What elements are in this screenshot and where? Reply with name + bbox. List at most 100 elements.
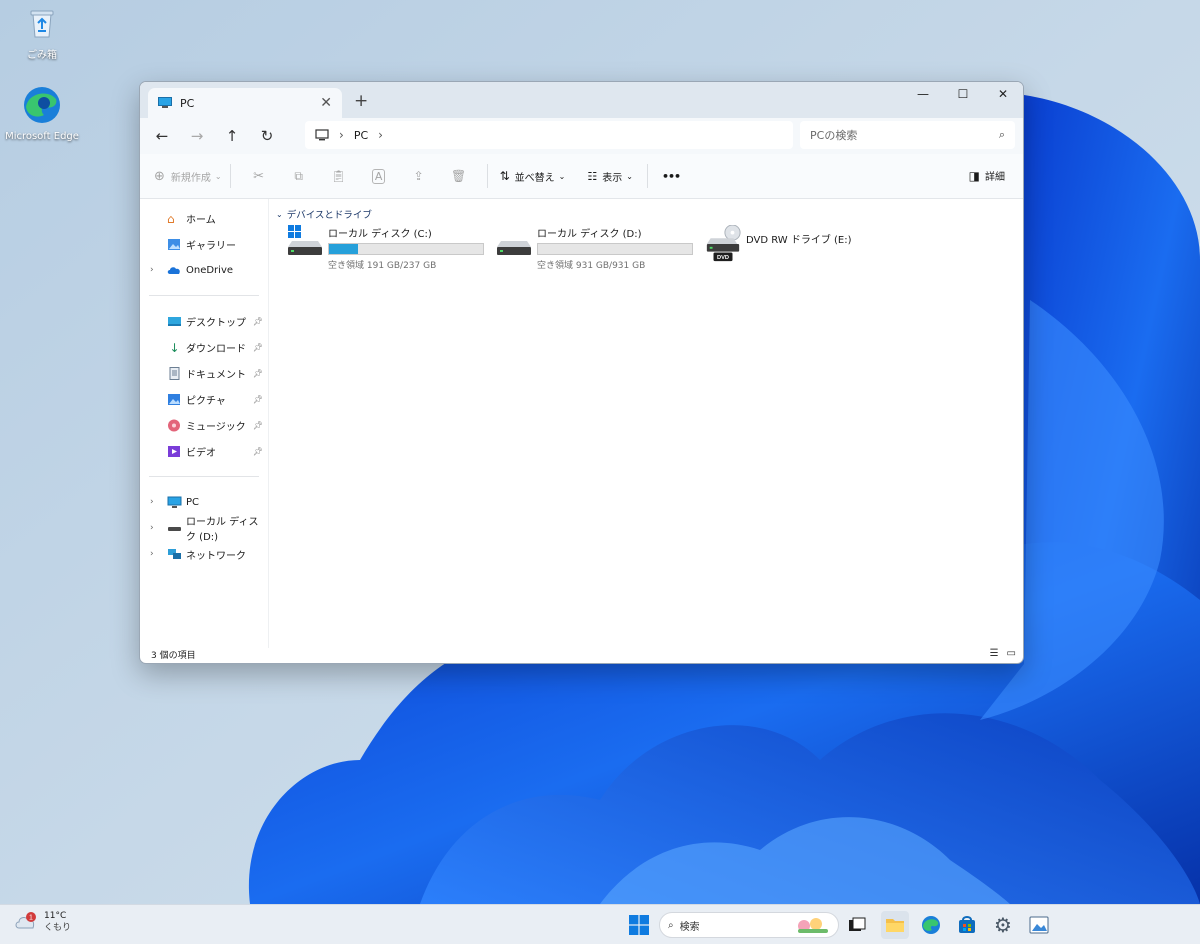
search-icon: ⌕ [998, 128, 1005, 141]
pin-icon[interactable]: 📌︎ [253, 343, 263, 352]
rename-icon: A [371, 168, 386, 184]
taskbar-search[interactable]: ⌕ 検索 [659, 912, 839, 938]
view-button[interactable]: ☷ 表示 ⌄ [587, 169, 633, 184]
pin-icon[interactable]: 📌︎ [253, 421, 263, 430]
desktop-folder-icon [168, 316, 181, 326]
more-options-button[interactable]: ••• [662, 170, 681, 183]
share-button[interactable]: ⇪ [399, 169, 439, 183]
sidebar-item-desktop[interactable]: デスクトップ 📌︎ [140, 308, 268, 334]
sidebar-item-local-disk-d[interactable]: › ローカル ディスク (D:) [140, 515, 268, 543]
delete-button[interactable]: 🗑︎ [439, 169, 479, 183]
music-icon [168, 419, 180, 431]
address-bar[interactable]: › PC › [305, 121, 793, 149]
group-header-devices[interactable]: ⌄ デバイスとドライブ [276, 207, 372, 222]
pin-icon[interactable]: 📌︎ [253, 369, 263, 378]
sidebar-item-music[interactable]: ミュージック 📌︎ [140, 412, 268, 438]
desktop-icon-label: Microsoft Edge [5, 131, 79, 142]
chevron-down-icon: ⌄ [558, 171, 566, 181]
minimize-button[interactable]: — [903, 82, 943, 106]
sidebar-item-onedrive[interactable]: › OneDrive [140, 257, 268, 283]
group-header-label: デバイスとドライブ [286, 210, 372, 221]
chevron-right-icon[interactable]: › [150, 549, 154, 559]
up-button[interactable]: ↑ [219, 123, 245, 149]
sidebar-item-label: ローカル ディスク (D:) [186, 517, 259, 543]
weather-widget[interactable]: 1 11°C くもり [14, 910, 71, 934]
status-bar: 3 個の項目 ☰ ▭ [140, 646, 1023, 663]
navigation-pane: ⌂ ホーム ギャラリー › OneDrive デスクトップ 📌︎ ↓ ダウンロー… [140, 199, 269, 648]
details-view-icon[interactable]: ☰ [990, 648, 999, 659]
pin-icon[interactable]: 📌︎ [253, 447, 263, 456]
sidebar-item-documents[interactable]: ドキュメント 📌︎ [140, 360, 268, 386]
sidebar-item-pictures[interactable]: ピクチャ 📌︎ [140, 386, 268, 412]
taskbar-search-label: 検索 [679, 921, 700, 933]
sort-button[interactable]: ⇅ 並べ替え ⌄ [500, 169, 566, 184]
pin-icon[interactable]: 📌︎ [253, 395, 263, 404]
document-icon [169, 366, 180, 380]
task-view-button[interactable] [843, 911, 871, 939]
tab-close-icon[interactable]: ✕ [320, 95, 332, 111]
sidebar-item-videos[interactable]: ビデオ 📌︎ [140, 438, 268, 464]
item-count: 3 個の項目 [151, 651, 196, 661]
sidebar-item-gallery[interactable]: ギャラリー [140, 231, 268, 257]
new-button[interactable]: ⊕ 新規作成 ⌄ [154, 169, 222, 184]
sidebar-divider [149, 295, 259, 296]
weather-badge: 1 [29, 915, 33, 922]
back-button[interactable]: ← [149, 123, 175, 149]
close-button[interactable]: ✕ [983, 82, 1023, 106]
chevron-right-icon[interactable]: › [339, 128, 344, 142]
sidebar-item-home[interactable]: ⌂ ホーム [140, 205, 268, 231]
new-tab-button[interactable]: + [354, 91, 368, 111]
taskbar-store[interactable] [953, 911, 981, 939]
copy-button[interactable]: ⧉ [279, 169, 319, 184]
trash-icon: 🗑︎ [450, 169, 467, 183]
details-button[interactable]: ◨ 詳細 [969, 168, 1005, 184]
cut-button[interactable]: ✂ [239, 169, 279, 184]
sidebar-divider [149, 476, 259, 477]
chevron-right-icon[interactable]: › [378, 128, 383, 142]
cloud-icon [167, 266, 180, 274]
taskbar-file-explorer[interactable] [881, 911, 909, 939]
chevron-right-icon[interactable]: › [150, 523, 154, 533]
breadcrumb-pc[interactable]: PC [354, 129, 368, 142]
sidebar-item-downloads[interactable]: ↓ ダウンロード 📌︎ [140, 334, 268, 360]
maximize-button[interactable]: ☐ [943, 82, 983, 106]
navigation-bar: ← → ↑ ↻ › PC › PCの検索 ⌕ [140, 118, 1023, 154]
tab-title: PC [180, 96, 195, 110]
sidebar-item-pc[interactable]: › PC [140, 489, 268, 515]
taskbar-settings[interactable]: ⚙ [989, 911, 1017, 939]
chevron-right-icon[interactable]: › [150, 497, 154, 507]
paste-button[interactable]: 📋︎ [319, 169, 359, 183]
drive-name: ローカル ディスク (C:) [328, 229, 432, 240]
sidebar-item-label: ギャラリー [186, 240, 236, 252]
tab-pc[interactable]: PC ✕ [148, 88, 342, 118]
windows-drive-icon [288, 225, 322, 255]
title-bar: PC ✕ + — ☐ ✕ [140, 82, 1023, 118]
computer-icon [158, 97, 172, 108]
taskbar-edge[interactable] [917, 911, 945, 939]
pin-icon[interactable]: 📌︎ [253, 317, 263, 326]
refresh-button[interactable]: ↻ [254, 123, 280, 149]
drive-e[interactable]: DVD DVD RW ドライブ (E:) [704, 225, 852, 263]
sidebar-item-network[interactable]: › ネットワーク [140, 541, 268, 567]
drive-c[interactable]: ローカル ディスク (C:) 空き領域 191 GB/237 GB [286, 225, 484, 271]
drive-d[interactable]: ローカル ディスク (D:) 空き領域 931 GB/931 GB [495, 225, 693, 271]
chevron-right-icon[interactable]: › [150, 265, 154, 275]
sidebar-item-label: デスクトップ [186, 317, 246, 329]
desktop-icon-edge[interactable]: Microsoft Edge [4, 85, 80, 142]
forward-button[interactable]: → [184, 123, 210, 149]
view-label: 表示 [602, 172, 623, 184]
search-input[interactable]: PCの検索 ⌕ [800, 121, 1015, 149]
desktop-icon-recycle-bin[interactable]: ごみ箱 [4, 6, 80, 61]
rename-button[interactable]: A [359, 168, 399, 184]
search-highlight-icon [798, 918, 828, 933]
cloud-icon: 1 [15, 912, 36, 929]
start-button[interactable] [625, 911, 653, 939]
plus-circle-icon: ⊕ [154, 168, 165, 184]
weather-condition: くもり [44, 923, 72, 933]
toolbar-divider [646, 164, 648, 188]
taskbar: 1 11°C くもり ⌕ 検索 ⚙ [0, 904, 1200, 944]
chevron-down-icon: ⌄ [276, 209, 283, 219]
toolbar-divider [486, 164, 488, 188]
taskbar-photos[interactable] [1025, 911, 1053, 939]
tiles-view-icon[interactable]: ▭ [1007, 648, 1016, 659]
